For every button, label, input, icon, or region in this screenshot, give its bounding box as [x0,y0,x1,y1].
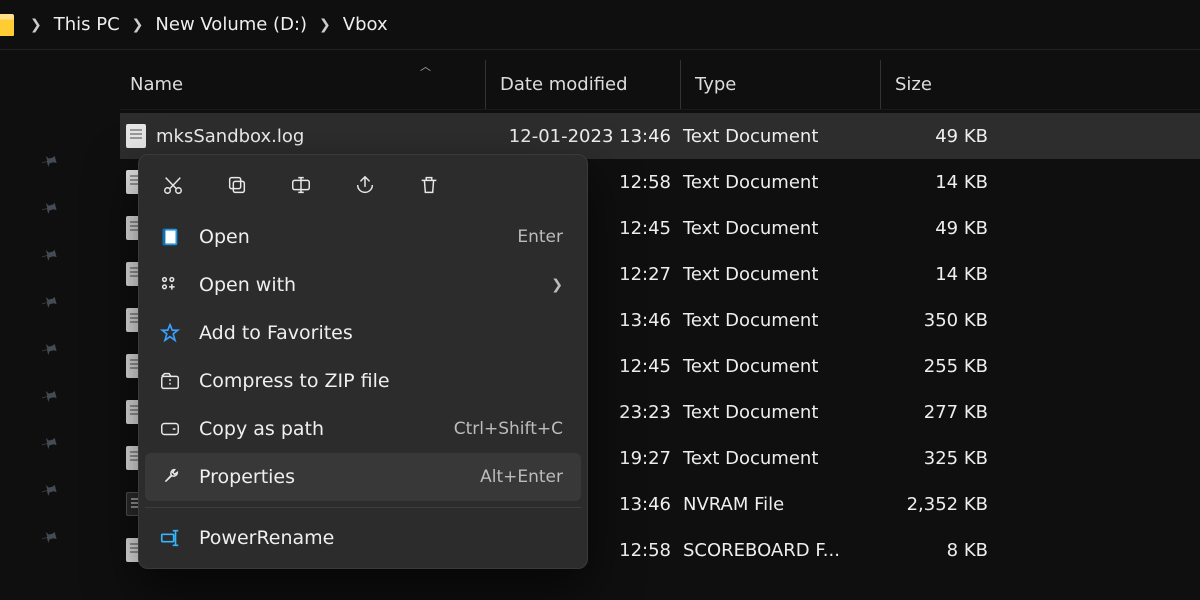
file-date: 12-01-2023 13:46 [483,126,683,147]
star-icon [157,320,183,346]
breadcrumb-item[interactable]: New Volume (D:) [151,10,311,39]
file-size: 49 KB [883,218,998,239]
file-size: 255 KB [883,356,998,377]
table-row[interactable]: mksSandbox.log 12-01-2023 13:46Text Docum… [120,113,1200,159]
file-type: Text Document [683,448,883,469]
shortcut: Alt+Enter [480,467,563,487]
copy-icon[interactable] [221,171,253,199]
open-with-icon [157,272,183,298]
chevron-right-icon: ❯ [311,17,339,33]
menu-open[interactable]: Open Enter [145,213,581,261]
file-size: 14 KB [883,264,998,285]
menu-separator [145,507,581,508]
file-type: Text Document [683,310,883,331]
file-type: Text Document [683,126,883,147]
properties-icon [157,464,183,490]
chevron-right-icon: ❯ [124,17,152,33]
menu-add-favorites[interactable]: Add to Favorites [145,309,581,357]
pin-icon [35,334,65,364]
file-size: 49 KB [883,126,998,147]
breadcrumb: ❯ This PC ❯ New Volume (D:) ❯ Vbox [0,0,1200,50]
context-menu: Open Enter Open with ❯ Add to Favorites … [138,154,588,569]
delete-icon[interactable] [413,171,445,199]
rename-icon[interactable] [285,171,317,199]
pin-icon [35,428,65,458]
column-type[interactable]: Type [680,60,880,109]
file-type: Text Document [683,402,883,423]
file-type: Text Document [683,356,883,377]
file-size: 8 KB [883,540,998,561]
cut-icon[interactable] [157,171,189,199]
file-type: SCOREBOARD F... [683,540,883,561]
pin-icon [35,287,65,317]
file-type: Text Document [683,172,883,193]
breadcrumb-item[interactable]: Vbox [339,10,392,39]
file-size: 325 KB [883,448,998,469]
pin-icon [35,193,65,223]
menu-compress-zip[interactable]: Compress to ZIP file [145,357,581,405]
sort-indicator-icon: ︿ [420,58,431,74]
chevron-right-icon: ❯ [551,277,563,293]
sidebar-pins [0,150,100,573]
copy-path-icon [157,416,183,442]
file-type: NVRAM File [683,494,883,515]
pin-icon [35,381,65,411]
menu-properties[interactable]: Properties Alt+Enter [145,453,581,501]
open-icon [157,224,183,250]
shortcut: Ctrl+Shift+C [454,419,563,439]
pin-icon [35,522,65,552]
column-name[interactable]: Name︿ [120,60,485,109]
column-date[interactable]: Date modified [485,60,680,109]
chevron-right-icon: ❯ [22,17,50,33]
file-size: 2,352 KB [883,494,998,515]
menu-open-with[interactable]: Open with ❯ [145,261,581,309]
menu-copy-path[interactable]: Copy as path Ctrl+Shift+C [145,405,581,453]
file-size: 14 KB [883,172,998,193]
powerrename-icon [157,525,183,551]
shortcut: Enter [517,227,563,247]
file-size: 350 KB [883,310,998,331]
columns-header: Name︿ Date modified Type Size [120,60,1200,110]
context-menu-actions [145,165,581,213]
menu-powerrename[interactable]: PowerRename [145,514,581,562]
file-name: mksSandbox.log [156,126,304,147]
share-icon[interactable] [349,171,381,199]
pin-icon [35,146,65,176]
file-type: Text Document [683,218,883,239]
pin-icon [35,240,65,270]
column-size[interactable]: Size [880,60,1000,109]
file-size: 277 KB [883,402,998,423]
file-icon [126,124,146,148]
drive-icon [0,14,14,36]
zip-icon [157,368,183,394]
pin-icon [35,475,65,505]
file-type: Text Document [683,264,883,285]
breadcrumb-item[interactable]: This PC [50,10,124,39]
